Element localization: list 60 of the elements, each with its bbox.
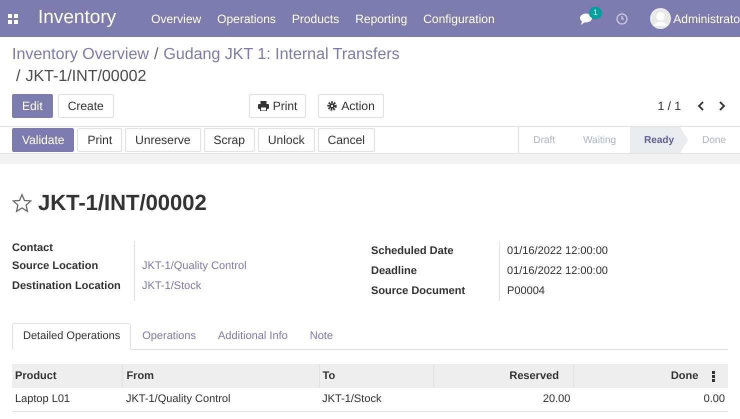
table-cell: Laptop L01: [12, 388, 123, 411]
table-cell: JKT-1/Stock: [319, 388, 434, 411]
column-header[interactable]: Done: [573, 364, 712, 388]
secondary-button[interactable]: Unreserve: [125, 128, 201, 152]
previous-icon[interactable]: [697, 101, 705, 111]
printer-icon: [258, 101, 269, 111]
action-button[interactable]: Action: [318, 94, 384, 118]
menu-item[interactable]: Products: [292, 10, 340, 28]
secondary-button[interactable]: Cancel: [318, 128, 375, 152]
breadcrumb-link[interactable]: Gudang JKT 1: Internal Transfers: [163, 45, 400, 65]
star-icon[interactable]: [12, 192, 32, 212]
chat-icon[interactable]: [580, 12, 594, 24]
field-value[interactable]: JKT-1/Stock: [142, 276, 247, 296]
menu-item[interactable]: Operations: [217, 10, 276, 28]
menu-item[interactable]: Configuration: [423, 10, 495, 28]
tab[interactable]: Additional Info: [207, 323, 299, 350]
gear-icon: [327, 101, 338, 111]
secondary-button[interactable]: Create: [58, 94, 114, 118]
table-cell: 0.00: [573, 388, 728, 411]
tab[interactable]: Detailed Operations: [12, 323, 132, 350]
menu-item[interactable]: Reporting: [355, 10, 408, 28]
table-cell: JKT-1/Quality Control: [122, 388, 320, 411]
primary-button[interactable]: Validate: [12, 128, 74, 152]
field-label: Destination Location: [12, 279, 122, 294]
column-header[interactable]: Product: [12, 364, 123, 388]
tab[interactable]: Note: [298, 323, 344, 350]
column-header[interactable]: From: [122, 364, 320, 388]
record-title: JKT-1/INT/00002: [38, 189, 207, 217]
avatar-icon[interactable]: [650, 8, 672, 29]
kebab-menu-icon[interactable]: [712, 370, 716, 382]
tab[interactable]: Operations: [131, 323, 208, 350]
field-value: P00004: [507, 284, 546, 299]
menu-item[interactable]: Overview: [151, 10, 202, 28]
table-cell: 20.00: [434, 388, 574, 411]
print-button[interactable]: Print: [248, 94, 306, 118]
secondary-button[interactable]: Scrap: [204, 128, 255, 152]
breadcrumb-separator: /: [154, 45, 158, 65]
field-value: 01/16/2022 12:00:00: [507, 244, 608, 259]
field-label: Source Location: [12, 259, 100, 274]
app-title[interactable]: Inventory: [38, 4, 116, 33]
breadcrumb-current: JKT-1/INT/00002: [25, 67, 146, 87]
next-icon[interactable]: [718, 101, 726, 111]
status-step[interactable]: Ready: [630, 127, 688, 153]
field-label: Contact: [12, 241, 54, 256]
column-header[interactable]: To: [319, 364, 434, 388]
notification-badge: 1: [589, 6, 602, 18]
breadcrumb-link[interactable]: Inventory Overview: [12, 45, 149, 65]
apps-menu-icon[interactable]: [8, 14, 18, 24]
primary-button[interactable]: Edit: [12, 94, 53, 118]
user-name[interactable]: Administrato: [673, 10, 740, 28]
field-label: Deadline: [371, 264, 418, 279]
pager-value: 1 / 1: [658, 98, 681, 115]
field-value: 01/16/2022 12:00:00: [507, 264, 608, 279]
breadcrumb-separator: /: [16, 67, 20, 87]
field-value[interactable]: JKT-1/Quality Control: [142, 256, 247, 276]
field-label: Source Document: [371, 284, 466, 299]
secondary-button[interactable]: Print: [77, 128, 122, 152]
field-label: Scheduled Date: [371, 244, 455, 259]
secondary-button[interactable]: Unlock: [258, 128, 315, 152]
column-header[interactable]: Reserved: [434, 364, 574, 388]
